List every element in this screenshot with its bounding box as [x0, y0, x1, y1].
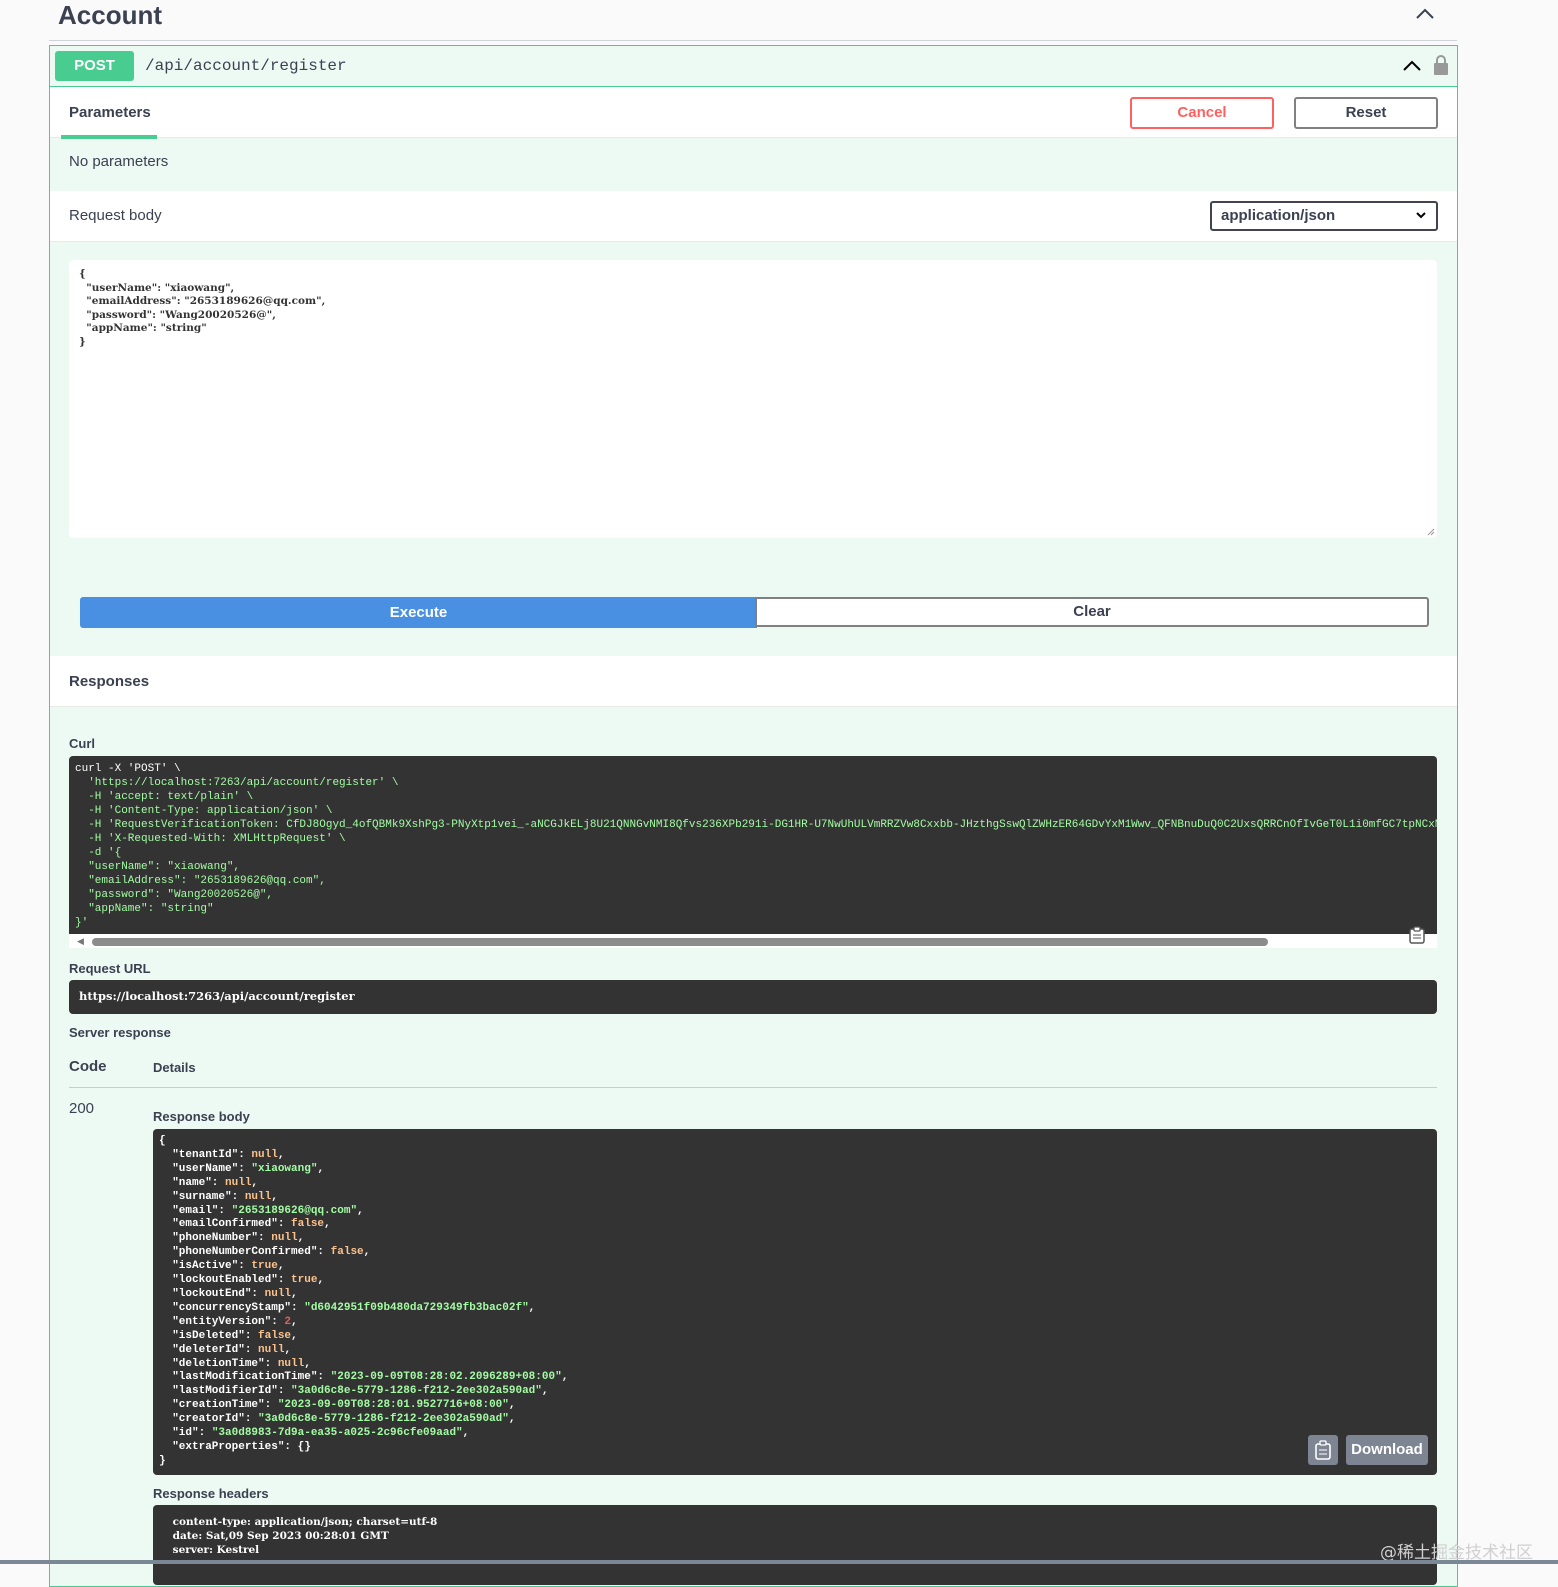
resize-handle-icon[interactable]	[1427, 528, 1435, 536]
operation-block: POST /api/account/register Parameters Ca…	[49, 45, 1458, 1587]
response-body-line: "userName": "xiaowang",	[159, 1162, 325, 1175]
response-body-line: "isActive": true,	[159, 1260, 285, 1273]
operation-path: /api/account/register	[145, 57, 347, 75]
bottom-bar	[0, 1560, 1558, 1564]
copy-icon[interactable]	[1408, 926, 1426, 944]
request-url-block[interactable]: https://localhost:7263/api/account/regis…	[69, 980, 1437, 1014]
curl-block[interactable]: curl -X 'POST' \ 'https://localhost:7263…	[69, 756, 1437, 934]
curl-line: -H 'RequestVerificationToken: CfDJ8Ogyd_…	[88, 819, 1437, 831]
server-response-label: Server response	[69, 1025, 171, 1040]
response-body-line: "emailConfirmed": false,	[159, 1218, 331, 1231]
curl-line: "emailAddress": "2653189626@qq.com",	[88, 875, 326, 887]
response-body-label: Response body	[153, 1109, 250, 1124]
reset-button[interactable]: Reset	[1294, 97, 1438, 129]
content-type-select[interactable]: application/json	[1210, 201, 1438, 231]
copy-icon	[1315, 1440, 1331, 1460]
details-column-header: Details	[153, 1060, 196, 1075]
request-body-label: Request body	[69, 207, 162, 224]
response-body-line: "lastModificationTime": "2023-09-09T08:2…	[159, 1371, 569, 1384]
chevron-down-icon	[1416, 212, 1426, 219]
response-body-line: "phoneNumberConfirmed": false,	[159, 1246, 371, 1259]
table-divider	[69, 1087, 1437, 1088]
response-body-line: "lockoutEnd": null,	[159, 1287, 298, 1300]
curl-line: -H 'accept: text/plain' \	[88, 791, 254, 803]
no-parameters-text: No parameters	[69, 153, 169, 170]
tab-parameters-label: Parameters	[69, 104, 151, 121]
response-body-line: "phoneNumber": null,	[159, 1232, 305, 1245]
response-body-line: "email": "2653189626@qq.com",	[159, 1204, 364, 1217]
download-button[interactable]: Download	[1346, 1435, 1428, 1465]
parameters-header: Parameters Cancel Reset	[50, 87, 1457, 139]
response-body-line: "extraProperties": {}	[159, 1440, 311, 1453]
operation-summary[interactable]: POST /api/account/register	[50, 46, 1457, 87]
chevron-up-icon[interactable]	[1401, 57, 1423, 75]
response-headers-label: Response headers	[153, 1486, 269, 1501]
status-code: 200	[69, 1100, 95, 1117]
chevron-up-icon[interactable]	[1413, 4, 1437, 24]
response-body-line: {	[159, 1135, 166, 1147]
responses-title: Responses	[69, 673, 150, 690]
response-body-line: "lockoutEnabled": true,	[159, 1274, 325, 1287]
curl-line: -H 'Content-Type: application/json' \	[88, 805, 333, 817]
request-url-text[interactable]: https://localhost:7263/api/account/regis…	[79, 989, 355, 1003]
curl-line: curl -X 'POST' \	[75, 763, 181, 775]
response-body-block[interactable]: { "tenantId": null, "userName": "xiaowan…	[153, 1129, 1437, 1475]
curl-line: }'	[75, 917, 89, 929]
scroll-left-icon[interactable]: ◀	[77, 936, 84, 947]
curl-line: -d '{	[88, 847, 122, 859]
lock-icon[interactable]	[1433, 54, 1449, 76]
response-body-line: }	[159, 1454, 166, 1467]
response-body-line: "entityVersion": 2,	[159, 1315, 298, 1328]
response-body-line: "lastModifierId": "3a0d6c8e-5779-1286-f2…	[159, 1385, 549, 1398]
cancel-button[interactable]: Cancel	[1130, 97, 1274, 129]
curl-line: -H 'X-Requested-With: XMLHttpRequest' \	[88, 833, 346, 845]
responses-header: Responses	[50, 656, 1457, 707]
curl-line: 'https://localhost:7263/api/account/regi…	[88, 777, 399, 789]
response-body-line: "concurrencyStamp": "d6042951f09b480da72…	[159, 1301, 536, 1314]
content-type-value: application/json	[1221, 207, 1336, 224]
tag-header[interactable]: Account	[49, 0, 1457, 41]
response-body-line: "id": "3a0d8983-7d9a-ea35-a025-2c96cfe09…	[159, 1427, 470, 1440]
response-body-line: "deletionTime": null,	[159, 1357, 311, 1370]
curl-line: "password": "Wang20020526@",	[88, 889, 274, 901]
response-headers-text[interactable]: content-type: application/json; charset=…	[169, 1515, 441, 1557]
clear-button[interactable]: Clear	[755, 597, 1429, 627]
response-body-line: "surname": null,	[159, 1190, 278, 1203]
response-headers-block[interactable]: content-type: application/json; charset=…	[153, 1505, 1437, 1585]
method-badge: POST	[55, 51, 134, 81]
response-body-line: "name": null,	[159, 1176, 259, 1189]
curl-line: "appName": "string"	[88, 903, 214, 915]
request-body-header: Request body application/json	[50, 191, 1457, 242]
code-column-header: Code	[69, 1058, 107, 1075]
execute-button[interactable]: Execute	[80, 597, 757, 628]
curl-text[interactable]: curl -X 'POST' \ 'https://localhost:7263…	[75, 762, 1437, 930]
request-url-label: Request URL	[69, 961, 151, 976]
response-body-line: "creationTime": "2023-09-09T08:28:01.952…	[159, 1399, 516, 1412]
response-body-line: "creatorId": "3a0d6c8e-5779-1286-f212-2e…	[159, 1413, 516, 1426]
response-body-line: "isDeleted": false,	[159, 1329, 298, 1342]
request-body-editor[interactable]: { "userName": "xiaowang", "emailAddress"…	[69, 260, 1437, 538]
response-body-line: "tenantId": null,	[159, 1148, 285, 1161]
response-body-text[interactable]: { "tenantId": null, "userName": "xiaowan…	[159, 1135, 568, 1469]
tag-title: Account	[58, 0, 162, 30]
response-body-line: "deleterId": null,	[159, 1343, 292, 1356]
curl-line: "userName": "xiaowang",	[88, 861, 241, 873]
scrollbar-thumb[interactable]	[92, 938, 1268, 946]
copy-button[interactable]	[1308, 1435, 1338, 1465]
curl-scrollbar[interactable]: ◀	[69, 934, 1437, 948]
tab-parameters[interactable]: Parameters	[61, 87, 157, 139]
curl-label: Curl	[69, 736, 95, 751]
request-body-text[interactable]: { "userName": "xiaowang", "emailAddress"…	[79, 268, 325, 349]
